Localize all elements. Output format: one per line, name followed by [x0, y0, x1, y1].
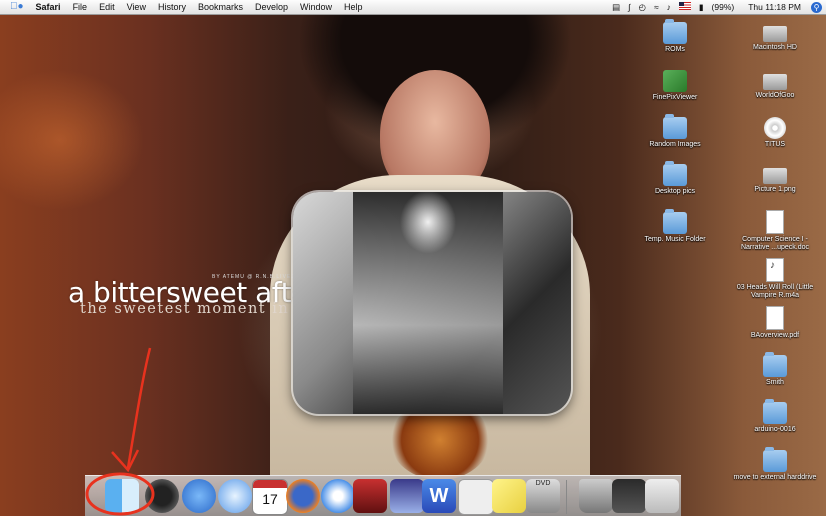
trash-icon[interactable]: [579, 479, 613, 513]
word-icon[interactable]: W: [422, 479, 456, 513]
folder-icon: [763, 399, 787, 424]
desktop-icon-label: arduino-0016: [754, 426, 796, 433]
address-book-icon[interactable]: [458, 479, 494, 515]
menubar-clock[interactable]: Thu 11:18 PM: [738, 0, 805, 14]
desktop-icon-temp-music-folder[interactable]: Temp. Music Folder: [630, 209, 720, 244]
music-file-icon: [766, 258, 784, 282]
desktop-icon-roms[interactable]: ROMs: [630, 19, 720, 54]
menu-help[interactable]: Help: [338, 0, 369, 14]
bluetooth-icon[interactable]: ∫: [624, 0, 634, 14]
menubar: ● Safari File Edit View History Bookmar…: [0, 0, 826, 15]
wifi-icon[interactable]: ≈: [650, 0, 663, 14]
script-menu-icon[interactable]: ▤: [608, 0, 624, 14]
desktop: BY ATEMU @ R.N.B.LIVEJOURNAL.COM a bitte…: [0, 0, 826, 516]
folder-icon: [663, 19, 687, 44]
dashboard-icon[interactable]: [145, 479, 179, 513]
folder-icon: [663, 114, 687, 139]
desktop-icon-label: Desktop pics: [654, 188, 696, 195]
pdf-icon: [766, 306, 784, 330]
desktop-icon-heads-will-roll[interactable]: 03 Heads Will Roll (Little Vampire R.m4a: [730, 258, 820, 300]
desktop-icon-computer-science-doc[interactable]: Computer Science I - Narrative ...upeck.…: [730, 210, 820, 252]
preview-icon[interactable]: [390, 479, 424, 513]
itunes-icon[interactable]: [218, 479, 252, 513]
desktop-icon-label: Temp. Music Folder: [644, 236, 706, 243]
document-icon: [766, 210, 784, 234]
dashboard-widget-photo[interactable]: [293, 192, 571, 414]
battery-percent[interactable]: (99%): [708, 0, 739, 14]
hard-drive-icon: [763, 26, 787, 42]
menu-window[interactable]: Window: [294, 0, 338, 14]
widget-photo-figure: [353, 192, 503, 414]
desktop-icon-label: Random Images: [649, 141, 701, 148]
input-menu-icon[interactable]: [675, 0, 695, 14]
menu-view[interactable]: View: [121, 0, 152, 14]
dock: 17 W DVD: [85, 475, 681, 516]
ical-icon[interactable]: 17: [252, 479, 288, 515]
ical-day: 17: [262, 491, 278, 507]
menu-history[interactable]: History: [152, 0, 192, 14]
desktop-icon-worldofgoo[interactable]: WorldOfGoo: [730, 70, 820, 100]
desktop-icon-baoverview-pdf[interactable]: BAoverview.pdf: [730, 306, 820, 340]
desktop-icon-macintosh-hd[interactable]: Macintosh HD: [730, 22, 820, 52]
documents-stack-icon[interactable]: [645, 479, 679, 513]
firefox-icon[interactable]: [286, 479, 320, 513]
desktop-icon-label: WorldOfGoo: [755, 92, 795, 99]
desktop-icon-label: BAoverview.pdf: [750, 332, 800, 339]
image-file-icon: [763, 168, 787, 184]
menu-bookmarks[interactable]: Bookmarks: [192, 0, 249, 14]
folder-icon: [663, 209, 687, 234]
desktop-icon-move-to-external[interactable]: move to external harddrive: [730, 447, 820, 482]
desktop-icon-picture-1[interactable]: Picture 1.png: [730, 164, 820, 194]
app-icon: [663, 70, 687, 92]
volume-icon[interactable]: ♪: [663, 0, 675, 14]
folder-icon: [763, 447, 787, 472]
desktop-icon-arduino[interactable]: arduino-0016: [730, 399, 820, 434]
ical-header: [253, 480, 287, 488]
desktop-icon-label: FinePixViewer: [652, 94, 698, 101]
menubar-status-area: ▤ ∫ ◴ ≈ ♪ ▮ (99%) Thu 11:18 PM ⚲: [608, 0, 826, 14]
photo-booth-icon[interactable]: [353, 479, 387, 513]
dvd-label: DVD: [535, 480, 551, 487]
desktop-icon-finepixviewer[interactable]: FinePixViewer: [630, 70, 720, 102]
word-letter: W: [429, 485, 449, 507]
apple-menu-icon[interactable]: ●: [0, 0, 30, 14]
downloads-stack-icon[interactable]: [612, 479, 646, 513]
dock-separator: [566, 480, 567, 514]
desktop-icon-label: TITUS: [764, 141, 786, 148]
menu-app-name[interactable]: Safari: [30, 0, 67, 14]
ichat-icon[interactable]: [182, 479, 216, 513]
desktop-icon-label: ROMs: [665, 46, 685, 53]
desktop-icon-label: Macintosh HD: [753, 44, 797, 51]
disk-image-icon: [763, 74, 787, 90]
finder-icon[interactable]: [105, 479, 139, 513]
menu-edit[interactable]: Edit: [93, 0, 121, 14]
menu-develop[interactable]: Develop: [249, 0, 294, 14]
dvd-icon: [764, 117, 786, 139]
dvd-player-icon[interactable]: DVD: [526, 479, 560, 513]
safari-icon[interactable]: [321, 479, 355, 513]
desktop-icon-label: move to external harddrive: [733, 474, 817, 481]
annotation-arrow-head: [111, 449, 140, 473]
desktop-icon-smith[interactable]: Smith: [730, 352, 820, 387]
folder-icon: [763, 352, 787, 377]
folder-icon: [663, 161, 687, 186]
desktop-icon-label: 03 Heads Will Roll (Little Vampire R.m4a: [736, 284, 814, 299]
desktop-icon-label: Smith: [766, 379, 784, 386]
battery-icon[interactable]: ▮: [695, 0, 708, 14]
desktop-icon-desktop-pics[interactable]: Desktop pics: [630, 161, 720, 196]
stickies-icon[interactable]: [492, 479, 526, 513]
menu-file[interactable]: File: [67, 0, 94, 14]
desktop-icon-label: Computer Science I - Narrative ...upeck.…: [740, 236, 810, 251]
desktop-icon-label: Picture 1.png: [754, 186, 796, 193]
desktop-icon-titus[interactable]: TITUS: [730, 117, 820, 149]
annotation-arrow-shaft: [126, 347, 152, 469]
spotlight-icon[interactable]: ⚲: [811, 1, 822, 13]
us-flag-icon: [678, 2, 691, 10]
time-machine-icon[interactable]: ◴: [635, 0, 650, 14]
desktop-icon-random-images[interactable]: Random Images: [630, 114, 720, 149]
